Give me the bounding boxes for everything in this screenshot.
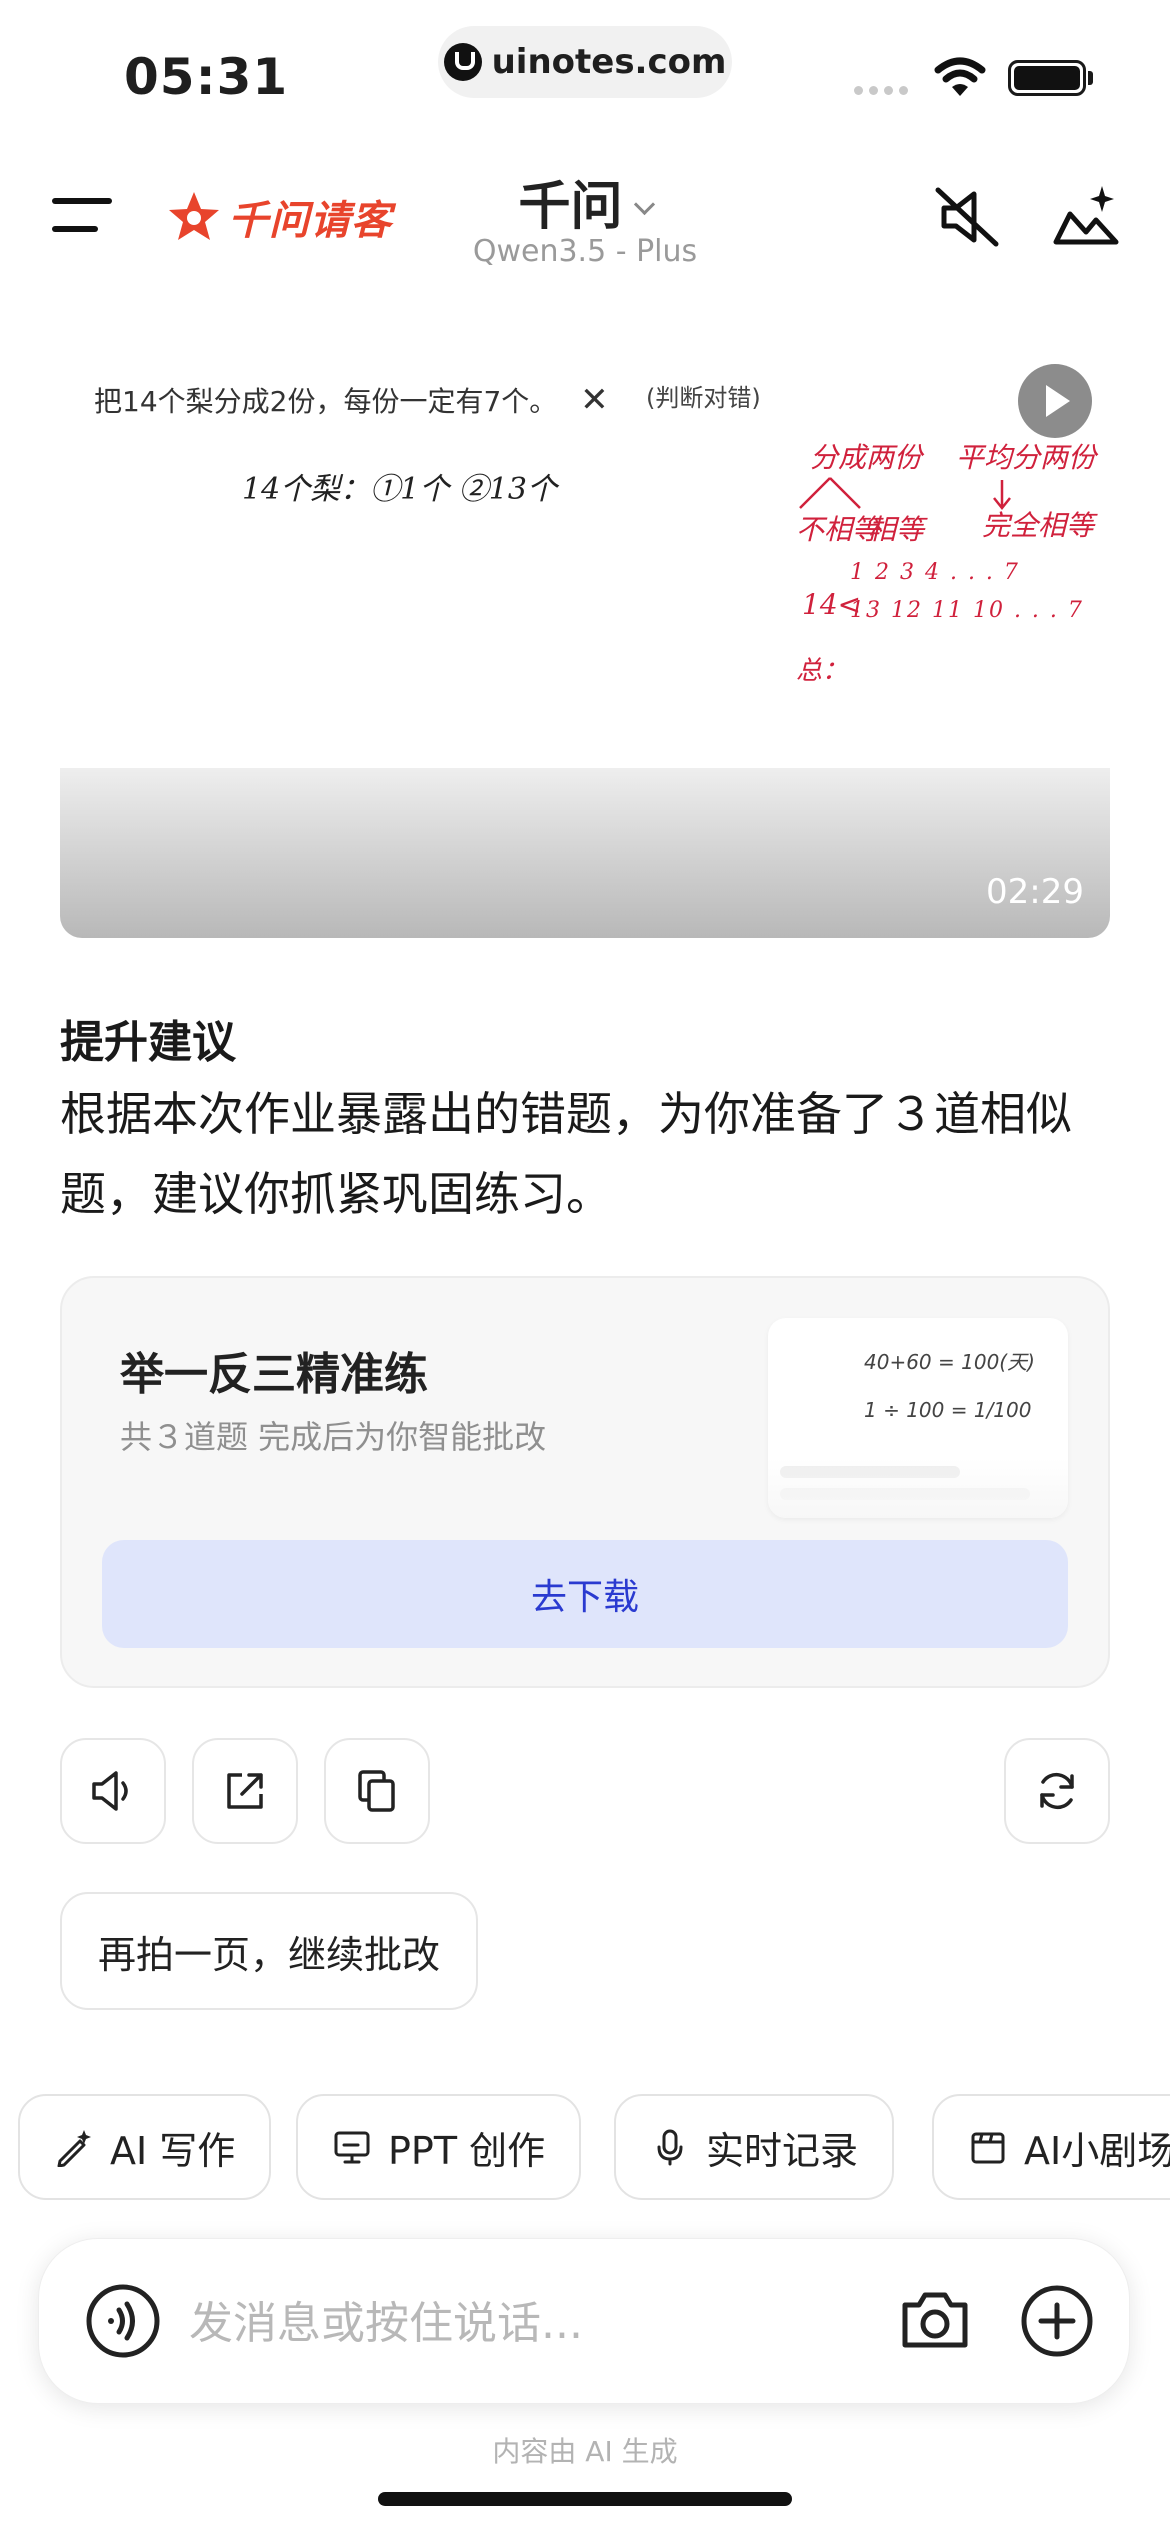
message-input[interactable]: 发消息或按住说话... [189,2287,583,2351]
chevron-down-icon [633,193,655,216]
practice-subtitle: 共３道题 完成后为你智能批改 [120,1418,547,1456]
speaker-icon [92,1771,128,1811]
site-logo-icon [443,43,482,81]
voice-wave-icon[interactable] [85,2283,161,2359]
camera-icon[interactable] [895,2281,975,2361]
status-time: 05:31 [124,48,289,106]
copy-button[interactable] [324,1738,430,1844]
handwriting-left: 14个梨：①1个 ②13个 [242,472,557,507]
new-chat-sparkle-icon[interactable] [1050,180,1124,250]
practice-thumbnail: 40+60 = 100(天) 1 ÷ 100 = 1/100 [768,1318,1068,1518]
speaker-muted-icon[interactable] [930,182,1004,252]
battery-tip [1088,71,1093,85]
wifi-icon [934,57,986,96]
ai-disclaimer: 内容由 AI 生成 [492,2435,678,2468]
plus-circle-icon[interactable] [1017,2281,1097,2361]
video-gradient [60,768,1110,938]
theater-icon [971,2132,1005,2164]
url-pill[interactable]: uinotes.com [438,26,732,98]
battery-icon [1008,60,1086,96]
video-duration: 02:29 [986,872,1084,912]
tool-live-record[interactable]: 实时记录 [614,2094,895,2200]
message-input-bar[interactable]: 发消息或按住说话... [38,2238,1130,2404]
tool-ai-writing[interactable]: AI 写作 [18,2094,272,2200]
share-button[interactable] [192,1738,298,1844]
download-button[interactable]: 去下载 [102,1540,1068,1648]
practice-card[interactable]: 举一反三精准练 共３道题 完成后为你智能批改 40+60 = 100(天) 1 … [60,1276,1110,1688]
question-text: 把14个梨分成2份，每份一定有7个。 ✕ [94,380,609,420]
practice-title: 举一反三精准练 [120,1349,428,1400]
explanation-video[interactable]: 把14个梨分成2份，每份一定有7个。 ✕ (判断对错) 14个梨：①1个 ②13… [60,340,1110,938]
microphone-icon [657,2129,683,2166]
suggestion-heading: 提升建议 [60,1017,236,1068]
handwriting-notes: 分成两份 平均分两份 不相等 相等 完全相等 14< 1 2 3 4 . . .… [720,340,1110,740]
home-indicator[interactable] [378,2492,792,2506]
tool-ai-theater[interactable]: AI小剧场 [932,2094,1170,2200]
share-out-icon [227,1773,263,1809]
cellular-signal-icon [854,86,908,95]
read-aloud-button[interactable] [60,1738,166,1844]
pen-sparkle-icon [57,2130,91,2167]
copy-icon [358,1770,395,1812]
regenerate-button[interactable] [1004,1738,1110,1844]
presentation-icon [334,2131,370,2164]
suggestion-body: 根据本次作业暴露出的错题，为你准备了３道相似题，建议你抓紧巩固练习。 [60,1087,1072,1221]
follow-up-chip[interactable]: 再拍一页，继续批改 [60,1892,479,2010]
url-text: uinotes.com [491,42,727,82]
refresh-icon [1040,1772,1074,1810]
tool-ppt[interactable]: PPT 创作 [296,2094,582,2200]
